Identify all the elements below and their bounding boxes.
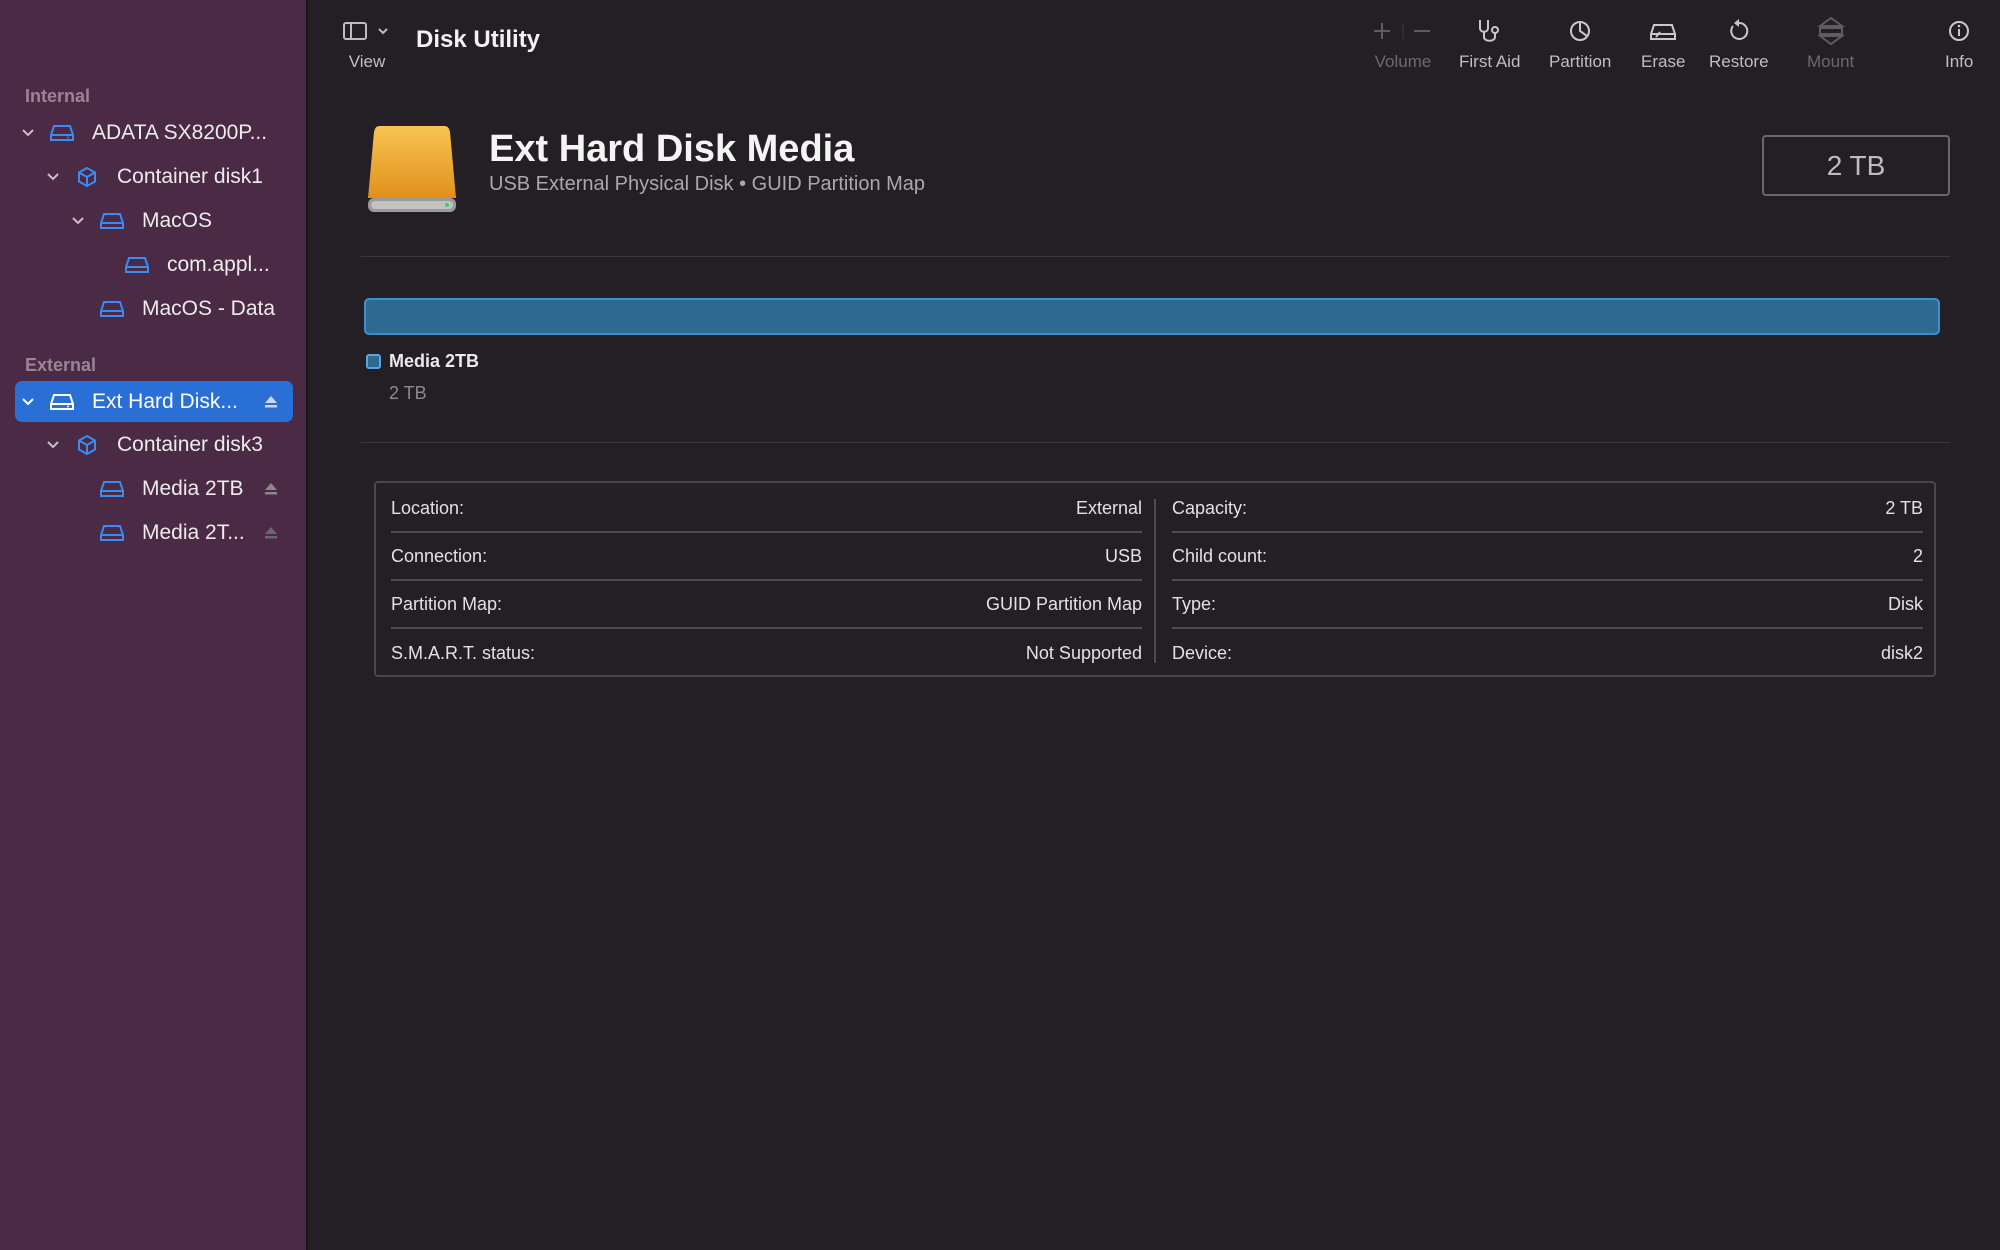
sidebar-item-macos[interactable]: MacOS (15, 201, 293, 241)
sidebar-section-external: External (25, 355, 97, 375)
sidebar-item-media-2t-second[interactable]: Media 2T... (15, 513, 293, 553)
external-drive-icon (364, 120, 460, 216)
disk-subtitle: USB External Physical Disk • GUID Partit… (489, 173, 926, 195)
info-value: Disk (1888, 593, 1923, 614)
info-value: External (1075, 497, 1142, 518)
sidebar-item-label: Media 2T... (142, 521, 245, 544)
partition-legend-name: Media 2TB (389, 351, 480, 371)
partition-legend-size: 2 TB (389, 383, 427, 403)
info-label: Location: (391, 497, 465, 518)
info-row-child-count: Child count: 2 (1172, 533, 1923, 581)
info-row-smart-status: S.M.A.R.T. status: Not Supported (391, 629, 1142, 677)
sidebar-item-label: Container disk1 (117, 165, 263, 188)
volume-icon (98, 477, 126, 501)
info-table: Location: External Connection: USB Parti… (374, 481, 1936, 677)
sidebar-item-adata[interactable]: ADATA SX8200P... (15, 113, 293, 153)
eject-icon[interactable] (263, 525, 279, 541)
column-divider (1154, 499, 1156, 663)
view-button[interactable]: View (342, 16, 392, 72)
divider (361, 442, 1950, 443)
chevron-down-icon[interactable] (44, 436, 62, 454)
info-label: Partition Map: (391, 593, 503, 614)
app-title: Disk Utility (416, 26, 541, 53)
info-button[interactable]: Info (1945, 16, 1973, 72)
sidebar-item-container-disk1[interactable]: Container disk1 (15, 157, 293, 197)
partition-button[interactable]: Partition (1549, 16, 1611, 72)
info-row-partition-map: Partition Map: GUID Partition Map (391, 581, 1142, 629)
add-remove-volume-icon (1368, 16, 1438, 46)
info-row-capacity: Capacity: 2 TB (1172, 485, 1923, 533)
info-label: Capacity: (1172, 497, 1248, 518)
info-row-type: Type: Disk (1172, 581, 1923, 629)
info-value: Not Supported (1025, 642, 1142, 663)
info-value: GUID Partition Map (985, 593, 1142, 614)
sidebar-item-com-apple[interactable]: com.appl... (15, 245, 293, 285)
eraser-icon (1648, 16, 1678, 46)
eject-icon[interactable] (263, 394, 279, 410)
disk-title: Ext Hard Disk Media (489, 128, 855, 170)
sidebar-item-label: com.appl... (167, 253, 270, 276)
sidebar-item-label: Container disk3 (117, 433, 263, 456)
sidebar-toggle-icon (342, 16, 392, 46)
drive-icon (48, 390, 76, 414)
container-icon (73, 165, 101, 189)
volume-button[interactable]: Volume (1368, 16, 1438, 72)
sidebar-item-container-disk3[interactable]: Container disk3 (15, 425, 293, 465)
container-icon (73, 433, 101, 457)
volume-icon (98, 297, 126, 321)
info-label: Device: (1172, 642, 1233, 663)
info-icon (1947, 16, 1971, 46)
sidebar-item-macos-data[interactable]: MacOS - Data (15, 289, 293, 329)
chevron-down-icon[interactable] (69, 212, 87, 230)
usage-bar (364, 298, 1940, 335)
eject-icon[interactable] (263, 481, 279, 497)
volume-icon (98, 521, 126, 545)
sidebar: Internal ADATA SX8200P... Container disk… (0, 0, 308, 1250)
volume-label: Volume (1374, 52, 1432, 71)
info-label: Type: (1172, 593, 1217, 614)
info-row-connection: Connection: USB (391, 533, 1142, 581)
info-row-location: Location: External (391, 485, 1142, 533)
chevron-down-icon[interactable] (44, 168, 62, 186)
info-value: 2 (1912, 545, 1923, 566)
sidebar-item-label: Ext Hard Disk... (92, 389, 238, 413)
sidebar-item-media-2tb[interactable]: Media 2TB (15, 469, 293, 509)
info-label: S.M.A.R.T. status: (391, 642, 536, 663)
view-label: View (348, 52, 386, 71)
sidebar-item-ext-hard-disk[interactable]: Ext Hard Disk... (15, 381, 293, 422)
info-label: Connection: (391, 545, 488, 566)
first-aid-button[interactable]: First Aid (1459, 16, 1520, 72)
sidebar-item-label: MacOS (142, 209, 213, 232)
info-value: 2 TB (1885, 497, 1923, 518)
drive-icon (48, 121, 76, 145)
erase-button[interactable]: Erase (1641, 16, 1685, 72)
chevron-down-icon[interactable] (19, 393, 37, 411)
info-label: Info (1945, 52, 1974, 71)
first-aid-label: First Aid (1459, 52, 1521, 71)
restore-arrow-icon (1726, 16, 1752, 46)
sidebar-item-label: MacOS - Data (142, 297, 276, 320)
restore-button[interactable]: Restore (1709, 16, 1769, 72)
chevron-down-icon[interactable] (19, 124, 37, 142)
volume-icon (98, 209, 126, 233)
info-label: Child count: (1172, 545, 1268, 566)
divider (361, 256, 1950, 257)
partition-label: Partition (1549, 52, 1612, 71)
mount-label: Mount (1807, 52, 1855, 71)
mount-button[interactable]: Mount (1807, 16, 1854, 72)
partition-legend-swatch (366, 354, 381, 369)
pie-chart-icon (1567, 16, 1593, 46)
sidebar-item-label: ADATA SX8200P... (92, 121, 268, 144)
stethoscope-icon (1475, 16, 1505, 46)
sidebar-section-internal: Internal (25, 86, 91, 106)
restore-label: Restore (1709, 52, 1769, 71)
info-value: USB (1104, 545, 1142, 566)
erase-label: Erase (1641, 52, 1686, 71)
mount-icon (1816, 16, 1846, 46)
capacity-box: 2 TB (1762, 135, 1950, 196)
volume-icon (123, 253, 151, 277)
sidebar-item-label: Media 2TB (142, 477, 244, 500)
info-row-device: Device: disk2 (1172, 629, 1923, 677)
info-value: disk2 (1880, 642, 1923, 663)
